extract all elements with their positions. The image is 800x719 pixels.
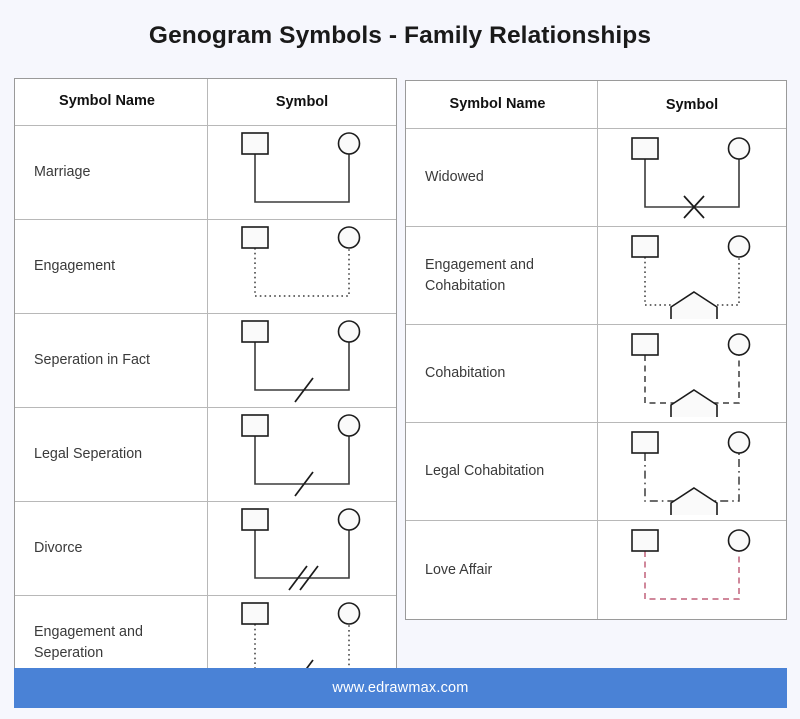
column-header-symbol: Symbol — [275, 94, 329, 110]
table-row: Widowed — [406, 129, 786, 227]
symbol-name-label: Legal Cohabitation — [406, 423, 598, 520]
table-row: Engagement and Cohabitation — [406, 227, 786, 325]
genogram-poster: Genogram Symbols - Family Relationships … — [0, 0, 800, 719]
symbol-name-label: Seperation in Fact — [15, 314, 208, 407]
table-header-row: Symbol Name Symbol — [15, 79, 396, 126]
table-row: Divorce — [15, 502, 396, 596]
symbol-name-label: Widowed — [406, 129, 598, 226]
symbol-name-label: Engagement and Cohabitation — [406, 227, 598, 324]
symbol-name-label: Marriage — [15, 126, 208, 219]
table-row: Seperation in Fact — [15, 314, 396, 408]
table-row: Love Affair — [406, 521, 786, 619]
engagement-and-cohabitation-symbol — [598, 227, 786, 324]
legal-cohabitation-symbol — [598, 423, 786, 520]
separation-in-fact-symbol — [208, 314, 396, 407]
love-affair-symbol — [598, 521, 786, 619]
page-title: Genogram Symbols - Family Relationships — [148, 22, 652, 49]
symbol-name-label: Engagement — [15, 220, 208, 313]
column-header-symbol: Symbol — [665, 96, 719, 113]
symbol-name-label: Legal Seperation — [15, 408, 208, 501]
legal-separation-symbol — [208, 408, 396, 501]
table-row: Engagement — [15, 220, 396, 314]
symbol-name-label: Love Affair — [406, 521, 598, 619]
footer-website-label: www.edrawmax.com — [332, 680, 469, 696]
table-header-row: Symbol Name Symbol — [406, 81, 786, 129]
widowed-symbol — [598, 129, 786, 226]
column-header-symbol-name: Symbol Name — [406, 81, 598, 128]
table-row: Legal Cohabitation — [406, 423, 786, 521]
marriage-symbol — [208, 126, 396, 219]
table-row: Legal Seperation — [15, 408, 396, 502]
symbol-name-label: Cohabitation — [406, 325, 598, 422]
column-header-symbol-name: Symbol Name — [15, 79, 208, 125]
symbol-table-right: Symbol Name Symbol Widowed Engagement and… — [405, 80, 787, 620]
symbol-table-left: Symbol Name Symbol Marriage Engagement Sep… — [14, 78, 397, 691]
footer-bar: www.edrawmax.com — [14, 668, 787, 708]
engagement-symbol — [208, 220, 396, 313]
divorce-symbol — [208, 502, 396, 595]
cohabitation-symbol — [598, 325, 786, 422]
table-row: Marriage — [15, 126, 396, 220]
symbol-name-label: Divorce — [15, 502, 208, 595]
table-row: Cohabitation — [406, 325, 786, 423]
